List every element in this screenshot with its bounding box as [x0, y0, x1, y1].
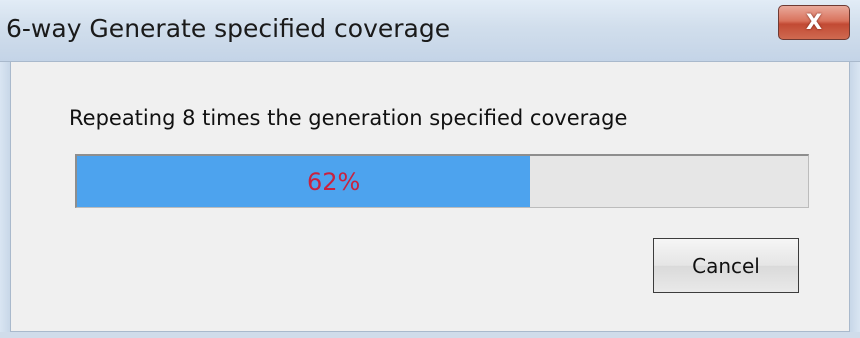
window-frame-right	[850, 62, 860, 338]
dialog-body: Repeating 8 times the generation specifi…	[10, 62, 850, 332]
title-bar[interactable]: 6-way Generate specified coverage X	[0, 0, 860, 62]
close-icon: X	[805, 10, 823, 34]
progress-percent-label: 62%	[307, 167, 361, 196]
close-button[interactable]: X	[778, 5, 850, 40]
window-frame-left	[0, 62, 10, 338]
progress-dialog-window: 6-way Generate specified coverage X Repe…	[0, 0, 860, 338]
status-message: Repeating 8 times the generation specifi…	[69, 106, 628, 130]
progress-bar: 62%	[75, 154, 809, 208]
window-frame-bottom	[0, 332, 860, 338]
cancel-button[interactable]: Cancel	[653, 238, 799, 293]
window-title: 6-way Generate specified coverage	[6, 14, 451, 43]
